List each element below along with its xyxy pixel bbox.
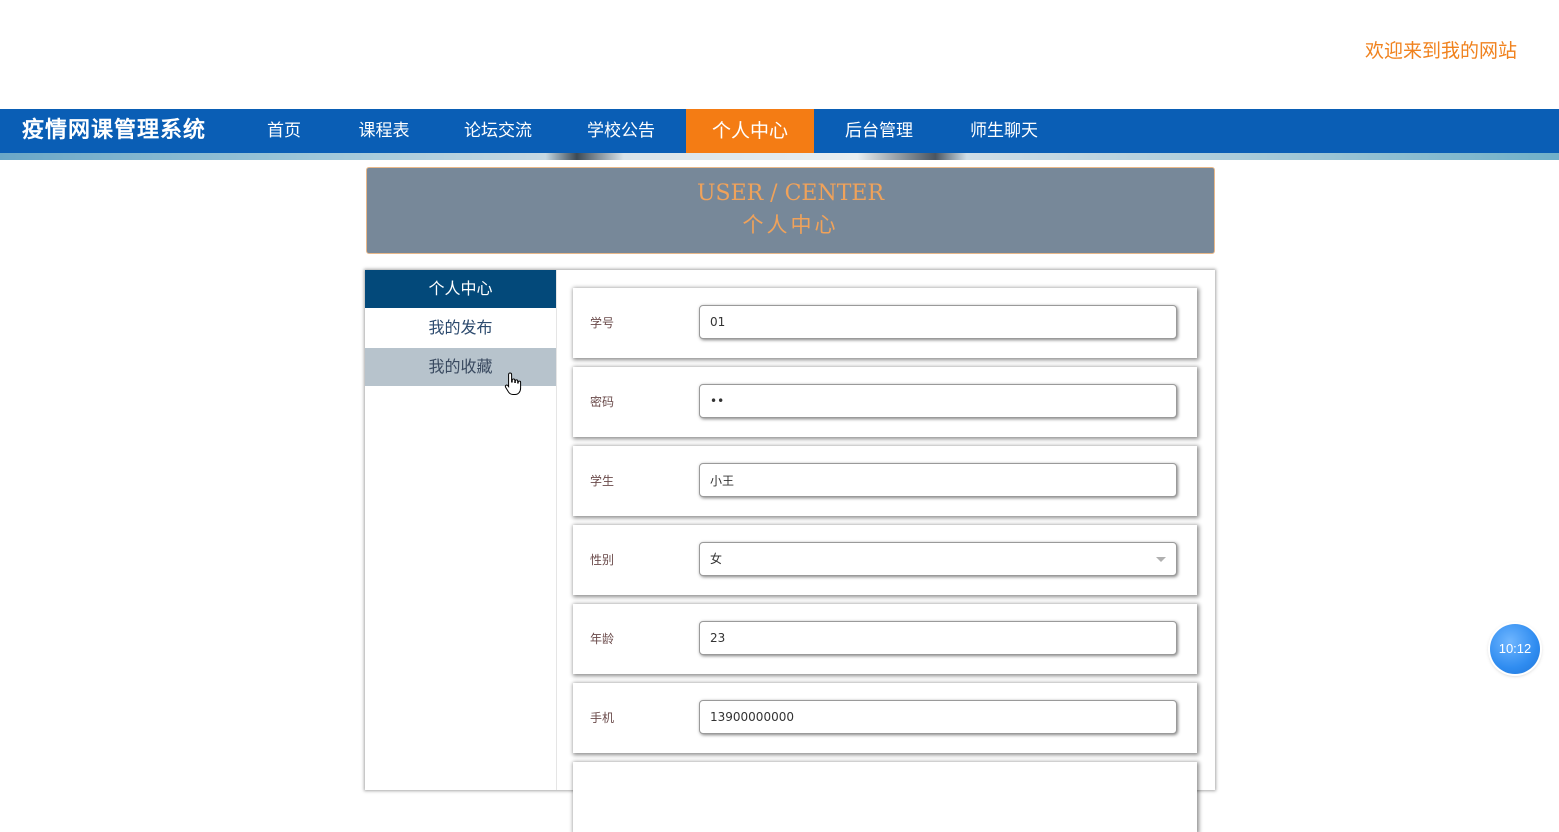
form-row-next bbox=[573, 762, 1197, 832]
student-name-input[interactable] bbox=[699, 463, 1177, 497]
phone-input[interactable] bbox=[699, 700, 1177, 734]
floating-clock-widget[interactable]: 10:12 bbox=[1490, 624, 1540, 674]
field-label-age: 年龄 bbox=[590, 632, 615, 646]
nav-item-chat[interactable]: 师生聊天 bbox=[942, 109, 1066, 153]
nav-item-forum[interactable]: 论坛交流 bbox=[438, 109, 558, 153]
sidebar-divider bbox=[556, 270, 557, 790]
field-label-student-name: 学生 bbox=[590, 474, 615, 488]
form-row-password: 密码 •• bbox=[573, 367, 1197, 437]
field-label-phone: 手机 bbox=[590, 711, 615, 725]
chevron-down-icon bbox=[1156, 557, 1166, 562]
field-label-password: 密码 bbox=[590, 395, 615, 409]
nav-item-home[interactable]: 首页 bbox=[240, 109, 328, 153]
form-row-gender: 性别 女 bbox=[573, 525, 1197, 595]
field-label-gender: 性别 bbox=[590, 553, 615, 567]
field-label-student-id: 学号 bbox=[590, 316, 615, 330]
site-brand: 疫情网课管理系统 bbox=[22, 118, 207, 143]
nav-item-announcements[interactable]: 学校公告 bbox=[560, 109, 682, 153]
nav-item-user-center[interactable]: 个人中心 bbox=[686, 109, 814, 153]
page-banner: USER / CENTER 个人中心 bbox=[366, 167, 1215, 254]
form-row-student-name: 学生 bbox=[573, 446, 1197, 516]
password-input[interactable]: •• bbox=[699, 384, 1177, 418]
nav-item-schedule[interactable]: 课程表 bbox=[330, 109, 438, 153]
sidebar-item-my-posts[interactable]: 我的发布 bbox=[365, 309, 556, 347]
banner-title-cn: 个人中心 bbox=[742, 213, 839, 237]
form-row-student-id: 学号 bbox=[573, 288, 1197, 358]
form-row-age: 年龄 bbox=[573, 604, 1197, 674]
sidebar-item-my-favorites[interactable]: 我的收藏 bbox=[365, 348, 556, 386]
top-header: 欢迎来到我的网站 bbox=[0, 0, 1559, 109]
nav-item-admin[interactable]: 后台管理 bbox=[816, 109, 942, 153]
welcome-text: 欢迎来到我的网站 bbox=[1364, 40, 1517, 62]
nav-banner-strip bbox=[0, 153, 1559, 160]
banner-title-en: USER / CENTER bbox=[696, 181, 885, 206]
age-input[interactable] bbox=[699, 621, 1177, 655]
gender-select-value: 女 bbox=[710, 552, 723, 566]
user-center-panel: 个人中心 我的发布 我的收藏 学号 密码 •• 学生 性别 女 年龄 手机 bbox=[365, 270, 1215, 832]
gender-select[interactable]: 女 bbox=[699, 542, 1177, 576]
form-row-phone: 手机 bbox=[573, 683, 1197, 753]
student-id-input[interactable] bbox=[699, 305, 1177, 339]
hand-pointer-icon bbox=[504, 372, 522, 395]
sidebar-item-user-center[interactable]: 个人中心 bbox=[365, 270, 556, 308]
